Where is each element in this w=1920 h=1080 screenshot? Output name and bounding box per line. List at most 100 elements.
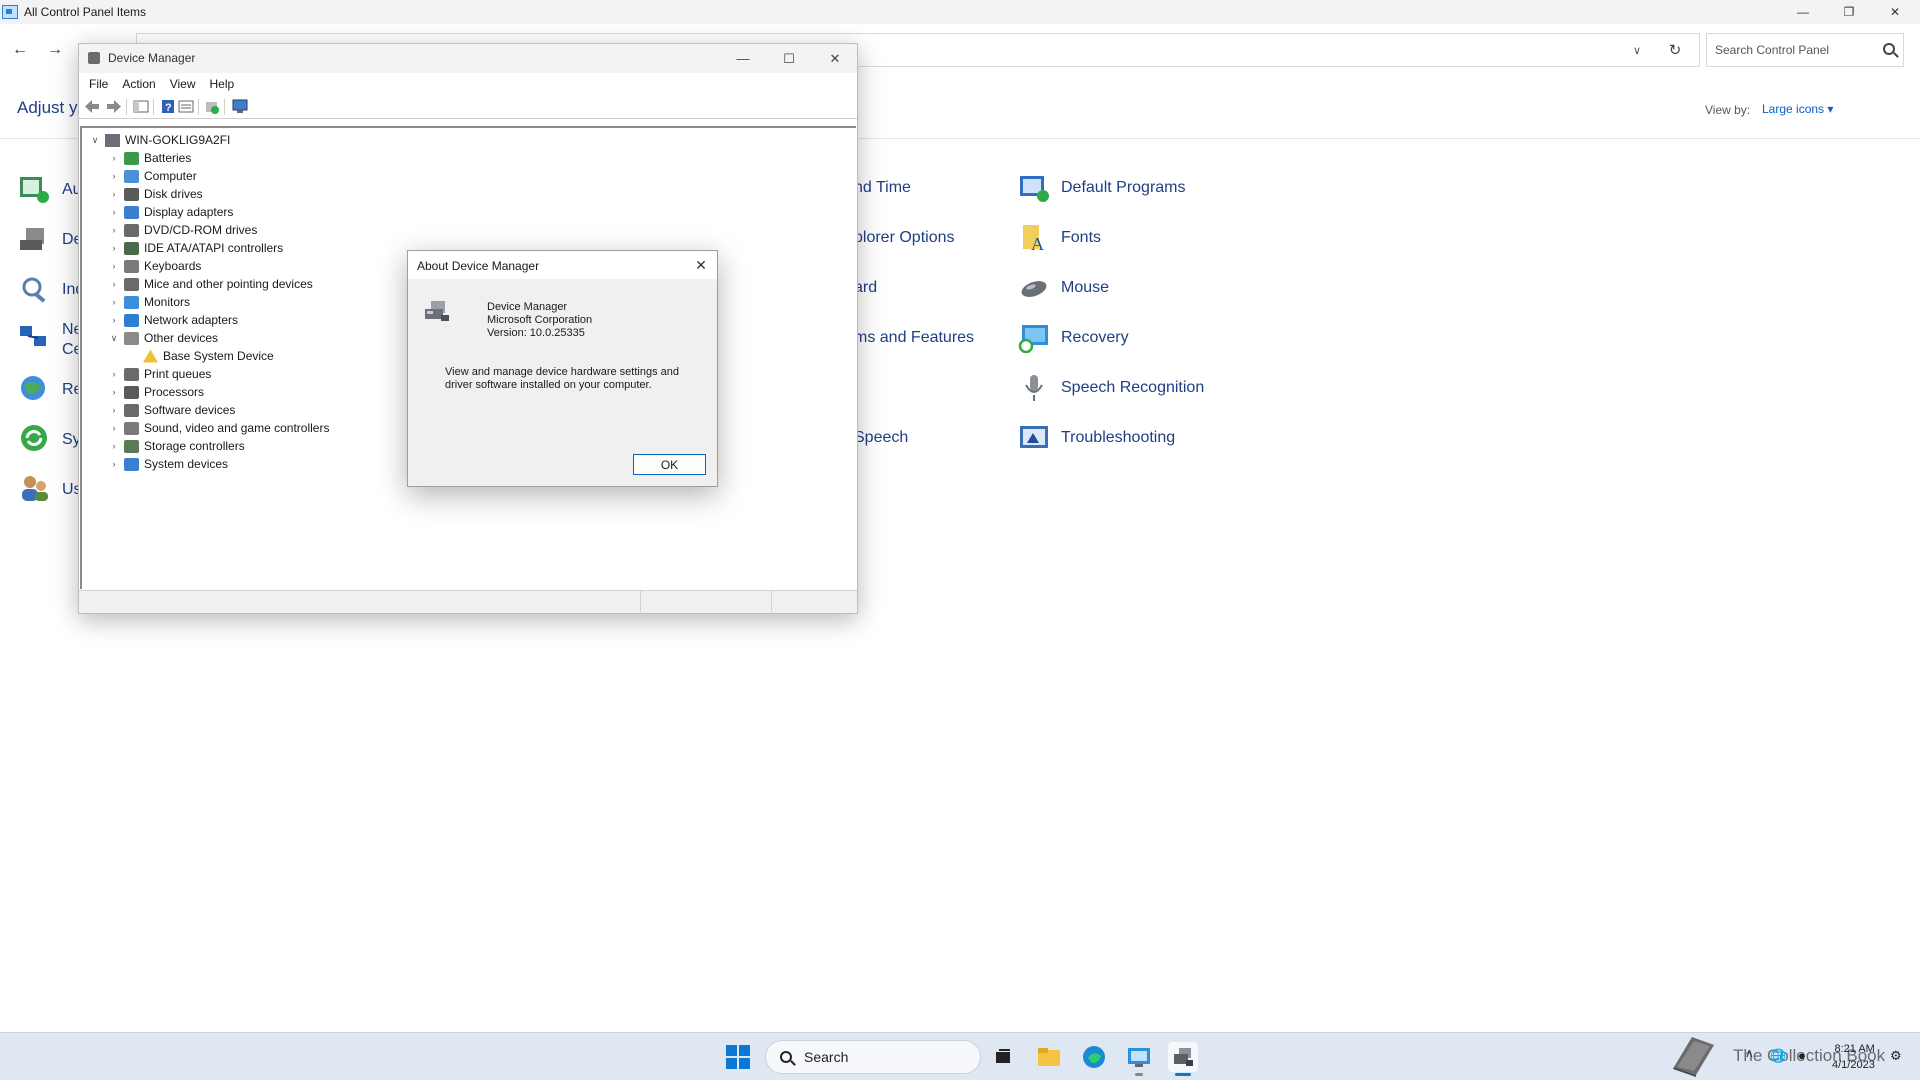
cp-programs-features[interactable]: ms and Features: [854, 320, 974, 356]
chevron-right-icon[interactable]: ›: [108, 440, 120, 452]
device-manager-icon: [425, 301, 449, 321]
start-button[interactable]: [726, 1045, 750, 1069]
device-manager-taskbar-button[interactable]: [1168, 1042, 1198, 1076]
cp-internet-options[interactable]: plorer Options: [854, 220, 955, 256]
back-button[interactable]: ←: [12, 34, 28, 66]
menu-action[interactable]: Action: [122, 77, 155, 91]
control-panel-taskbar-button[interactable]: [1124, 1042, 1154, 1076]
tree-category-item[interactable]: › Monitors: [108, 293, 191, 311]
taskbar-search[interactable]: Search: [765, 1040, 981, 1074]
cp-speech[interactable]: Speech: [854, 420, 908, 456]
show-hide-console-tree-icon[interactable]: [133, 99, 149, 114]
chevron-right-icon[interactable]: ›: [108, 458, 120, 470]
chevron-right-icon[interactable]: ›: [108, 278, 120, 290]
chevron-right-icon[interactable]: ›: [108, 404, 120, 416]
cp-default-programs[interactable]: Default Programs: [1017, 170, 1186, 206]
tree-category-item[interactable]: › Storage controllers: [108, 437, 245, 455]
menu-help[interactable]: Help: [210, 77, 235, 91]
computer-icon: [105, 133, 120, 147]
network-icon: [20, 326, 46, 346]
tree-category-item[interactable]: › Disk drives: [108, 185, 203, 203]
restore-button[interactable]: ❐: [1826, 0, 1872, 24]
windows-logo-icon-pane: [726, 1058, 737, 1069]
tree-category-item[interactable]: › Print queues: [108, 365, 212, 383]
tree-category-item[interactable]: › Computer: [108, 167, 197, 185]
tree-category-item[interactable]: › Keyboards: [108, 257, 202, 275]
cp-troubleshooting[interactable]: Troubleshooting: [1017, 420, 1175, 456]
search-control-panel[interactable]: [1706, 33, 1904, 67]
chevron-right-icon[interactable]: ›: [108, 152, 120, 164]
windows-logo-icon: [726, 1045, 737, 1056]
taskbar: Search: [0, 1032, 1920, 1080]
chevron-right-icon[interactable]: ›: [108, 188, 120, 200]
tree-category-item[interactable]: › Display adapters: [108, 203, 234, 221]
dm-maximize-button[interactable]: ☐: [766, 44, 812, 73]
cp-fonts[interactable]: A Fonts: [1017, 220, 1101, 256]
tree-category-item[interactable]: › Batteries: [108, 149, 192, 167]
about-close-button[interactable]: ✕: [689, 253, 713, 277]
cp-mouse[interactable]: Mouse: [1017, 270, 1109, 306]
book-icon: [1673, 1037, 1714, 1077]
device-manager-titlebar[interactable]: Device Manager — ☐ ✕: [79, 44, 857, 73]
chevron-right-icon[interactable]: ›: [108, 368, 120, 380]
task-view-button[interactable]: [988, 1042, 1018, 1072]
properties-icon[interactable]: [178, 99, 194, 114]
ok-button[interactable]: OK: [633, 454, 706, 475]
chevron-right-icon[interactable]: ›: [108, 314, 120, 326]
tree-label: Mice and other pointing devices: [144, 277, 313, 291]
update-driver-icon[interactable]: [204, 99, 220, 114]
edge-button[interactable]: [1079, 1042, 1109, 1072]
device-manager-title: Device Manager: [108, 51, 196, 65]
microphone-icon: [1025, 375, 1043, 401]
refresh-button[interactable]: ↻: [1660, 33, 1690, 67]
tree-label: Batteries: [144, 151, 192, 165]
menu-file[interactable]: File: [89, 77, 108, 91]
chevron-right-icon[interactable]: ›: [108, 242, 120, 254]
cp-recovery[interactable]: Recovery: [1017, 320, 1129, 356]
chevron-right-icon[interactable]: ›: [108, 260, 120, 272]
dm-close-button[interactable]: ✕: [812, 44, 858, 73]
folder-icon: [1038, 1048, 1060, 1066]
chevron-right-icon[interactable]: ›: [108, 224, 120, 236]
chevron-down-icon[interactable]: ∨: [89, 134, 101, 146]
chevron-right-icon[interactable]: ›: [108, 422, 120, 434]
clock[interactable]: 8:21 AM 4/1/2023: [1832, 1041, 1875, 1073]
file-explorer-button[interactable]: [1034, 1042, 1064, 1072]
tree-category-item[interactable]: › Mice and other pointing devices: [108, 275, 313, 293]
tree-category-item[interactable]: › Processors: [108, 383, 205, 401]
tree-device-item[interactable]: Base System Device: [127, 347, 274, 365]
dm-minimize-button[interactable]: —: [720, 44, 766, 73]
tree-category-item[interactable]: › System devices: [108, 455, 229, 473]
notifications-icon[interactable]: ⚙: [1890, 1048, 1902, 1064]
tree-category-item[interactable]: › Sound, video and game controllers: [108, 419, 330, 437]
address-history-dropdown[interactable]: ∨: [1624, 33, 1650, 67]
close-button[interactable]: ✕: [1872, 0, 1918, 24]
chevron-right-icon[interactable]: ›: [108, 170, 120, 182]
back-arrow-icon[interactable]: [84, 99, 100, 114]
tree-category-item[interactable]: › DVD/CD-ROM drives: [108, 221, 258, 239]
menu-view[interactable]: View: [170, 77, 196, 91]
about-dialog-titlebar[interactable]: About Device Manager ✕: [408, 251, 717, 279]
forward-arrow-icon: →: [47, 41, 63, 58]
minimize-button[interactable]: —: [1780, 0, 1826, 24]
show-hidden-icons-button[interactable]: ∧: [1745, 1046, 1754, 1060]
cp-date-time[interactable]: nd Time: [854, 170, 911, 206]
tree-category-item[interactable]: › IDE ATA/ATAPI controllers: [108, 239, 284, 257]
forward-button[interactable]: →: [47, 34, 63, 66]
scan-hardware-icon[interactable]: [232, 99, 248, 114]
chevron-right-icon[interactable]: ›: [108, 206, 120, 218]
tree-category-item[interactable]: › Network adapters: [108, 311, 239, 329]
view-by-dropdown[interactable]: Large icons ▾: [1762, 102, 1833, 116]
help-icon[interactable]: ?: [160, 99, 176, 114]
network-tray-icon[interactable]: 🌐: [1770, 1048, 1786, 1064]
tree-category-item[interactable]: › Software devices: [108, 401, 236, 419]
tree-root-computer[interactable]: ∨ WIN-GOKLIG9A2FI: [89, 131, 231, 149]
volume-tray-icon[interactable]: ●: [1798, 1048, 1806, 1063]
search-input[interactable]: [1715, 43, 1875, 57]
chevron-right-icon[interactable]: ›: [108, 296, 120, 308]
chevron-right-icon[interactable]: ›: [108, 386, 120, 398]
forward-arrow-icon[interactable]: [106, 99, 122, 114]
cp-speech-recognition[interactable]: Speech Recognition: [1017, 370, 1204, 406]
tree-category-item[interactable]: ∨ Other devices: [108, 329, 218, 347]
chevron-down-icon[interactable]: ∨: [108, 332, 120, 344]
